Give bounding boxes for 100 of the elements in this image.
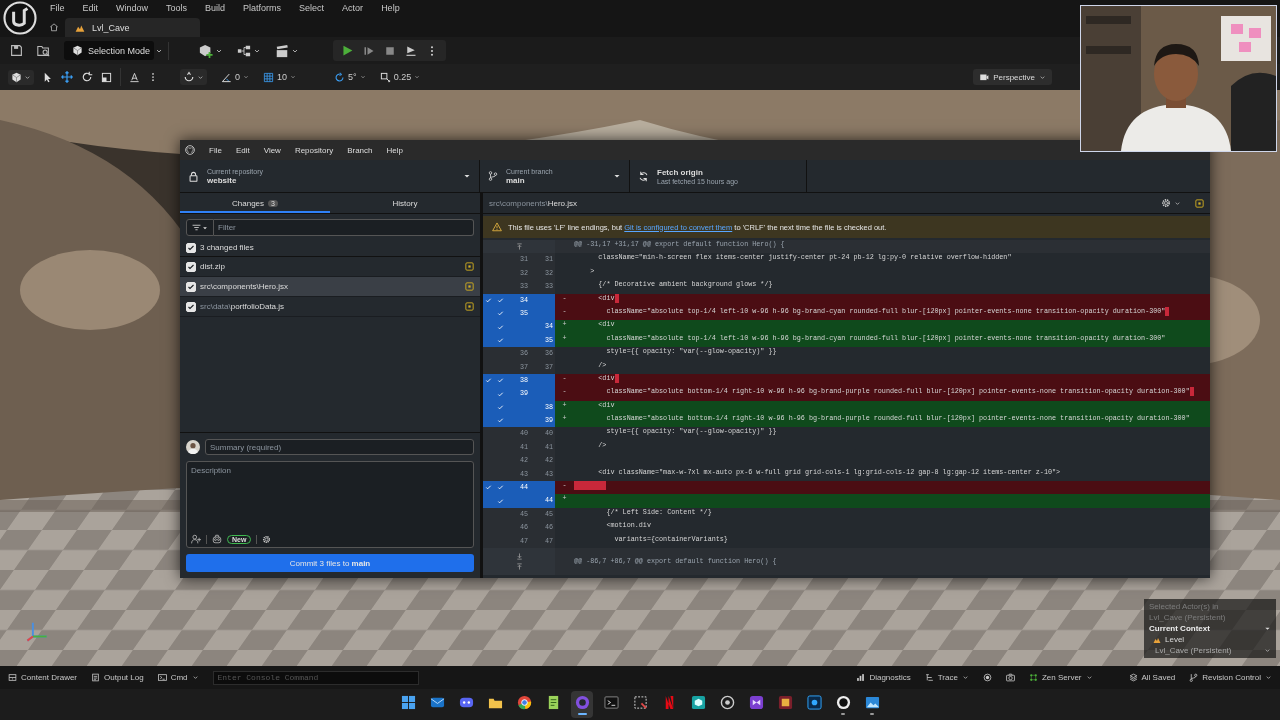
snap-dropdown[interactable]: 10	[263, 71, 297, 83]
snap-dropdown[interactable]: 0	[221, 71, 249, 83]
file-row[interactable]: src\components\Hero.jsx	[180, 277, 480, 297]
expand-down-icon[interactable]	[515, 553, 523, 560]
caret-icon[interactable]	[24, 73, 31, 81]
menu-item[interactable]: Help	[379, 145, 410, 155]
menu-item[interactable]: Actor	[333, 3, 373, 13]
caption-text: Lvl_Cave (Persistent)	[1149, 613, 1227, 622]
modified-icon	[465, 282, 474, 291]
output-log-button[interactable]: Output Log	[91, 673, 144, 682]
checkbox[interactable]	[186, 261, 196, 272]
scale-icon[interactable]	[101, 71, 112, 83]
commit-button[interactable]: Commit 3 files to main	[186, 554, 474, 572]
file-path: src\components\Hero.jsx	[200, 282, 290, 291]
record-icon[interactable]	[982, 673, 992, 682]
nodes-icon[interactable]	[237, 43, 251, 58]
play-icon[interactable]	[341, 44, 354, 57]
drawer-icon	[8, 673, 17, 682]
grid-icon	[400, 694, 416, 710]
file-path: src\data\portfolioData.js	[200, 302, 286, 311]
caret-icon	[961, 674, 969, 681]
file-row[interactable]: src\data\portfolioData.js	[180, 297, 480, 317]
step-icon[interactable]	[363, 44, 375, 57]
caret-icon	[613, 172, 621, 180]
menu-item[interactable]: Edit	[73, 3, 108, 13]
angle-icon	[221, 71, 232, 83]
content-drawer-button[interactable]: Content Drawer	[8, 673, 78, 682]
menu-item[interactable]: Repository	[287, 145, 341, 155]
caret-icon	[463, 172, 471, 180]
add-cube-icon[interactable]	[199, 43, 213, 58]
level-tab[interactable]: Lvl_Cave	[65, 18, 200, 37]
filter-field[interactable]: Filter	[214, 219, 474, 236]
caret-icon[interactable]	[1174, 199, 1181, 207]
filter-button[interactable]	[186, 219, 214, 236]
cmd-icon	[157, 673, 167, 682]
menu-item[interactable]: Tools	[157, 3, 197, 13]
checkbox[interactable]	[186, 281, 196, 292]
square-icon	[806, 694, 822, 710]
filter-icon	[192, 223, 201, 232]
diagnostics-button[interactable]: Diagnostics	[856, 673, 911, 682]
move-icon[interactable]	[61, 71, 73, 83]
save-status-button[interactable]: All Saved	[1128, 673, 1176, 682]
checkbox[interactable]	[186, 242, 196, 253]
add-person-icon[interactable]	[191, 534, 201, 544]
menu-item[interactable]: Build	[196, 3, 235, 13]
menu-item[interactable]: Platforms	[234, 3, 291, 13]
revision-control-dropdown[interactable]: Revision Control	[1189, 673, 1272, 682]
caret-icon	[1039, 73, 1046, 81]
menu-item[interactable]: File	[41, 3, 74, 13]
robot-icon[interactable]	[212, 534, 222, 544]
menu-item[interactable]: Select	[290, 3, 334, 13]
terminal-icon	[603, 694, 619, 710]
settings-icon[interactable]	[1161, 198, 1171, 208]
home-icon[interactable]	[49, 22, 59, 32]
branch-icon	[488, 171, 498, 181]
eject-icon[interactable]	[405, 44, 417, 57]
caret-icon	[243, 74, 249, 80]
menu-item[interactable]: Window	[107, 3, 158, 13]
tab[interactable]: History	[330, 195, 480, 213]
checkbox[interactable]	[186, 301, 196, 312]
modified-icon	[465, 302, 474, 311]
snap-dropdown[interactable]: 5°	[334, 71, 366, 83]
lock-icon	[188, 170, 199, 182]
trace-dropdown[interactable]: Trace	[924, 673, 969, 682]
menu-item[interactable]: Help	[372, 3, 409, 13]
settings-icon[interactable]	[262, 534, 272, 544]
description-field[interactable]: Description	[187, 466, 473, 534]
clapper-icon[interactable]	[275, 43, 289, 58]
diag-icon	[856, 673, 866, 682]
view-mode-dropdown[interactable]: Perspective	[973, 69, 1052, 85]
cmd-dropdown[interactable]: Cmd	[157, 673, 199, 682]
crop-icon	[632, 694, 648, 710]
file-path: dist.zip	[200, 262, 226, 271]
circle-icon	[574, 694, 590, 710]
context-header[interactable]: Current Context	[1149, 624, 1271, 633]
summary-field[interactable]: Summary (required)	[205, 439, 474, 455]
expand-up-icon[interactable]	[515, 243, 523, 251]
rotate-icon[interactable]	[81, 71, 93, 83]
cursor-icon[interactable]	[42, 71, 53, 83]
ring-icon	[516, 694, 532, 710]
logo-icon	[185, 145, 195, 155]
menu-item[interactable]: Branch	[340, 145, 380, 155]
menu-item[interactable]: Edit	[228, 145, 257, 155]
menu-item[interactable]: File	[202, 145, 229, 155]
taskbar-button[interactable]	[571, 691, 593, 718]
surface-icon[interactable]	[129, 71, 140, 83]
expand-up-icon[interactable]	[515, 563, 523, 570]
stop-icon[interactable]	[384, 44, 396, 57]
level-dropdown[interactable]: Lvl_Cave (Persistent)	[1149, 646, 1271, 655]
menu-item[interactable]: View	[256, 145, 288, 155]
console-field[interactable]: Enter Console Command	[212, 670, 419, 685]
snap-dropdown[interactable]: 0.25	[379, 71, 421, 83]
panel-icon[interactable]	[1195, 198, 1204, 208]
snap-icon[interactable]	[183, 71, 195, 83]
zen-server-dropdown[interactable]: Zen Server	[1028, 673, 1093, 682]
save-icon[interactable]	[10, 44, 23, 57]
caret-icon[interactable]	[197, 73, 204, 81]
camera-icon[interactable]	[1005, 673, 1015, 682]
cube-icon[interactable]	[11, 71, 22, 83]
browse-icon[interactable]	[37, 44, 50, 57]
